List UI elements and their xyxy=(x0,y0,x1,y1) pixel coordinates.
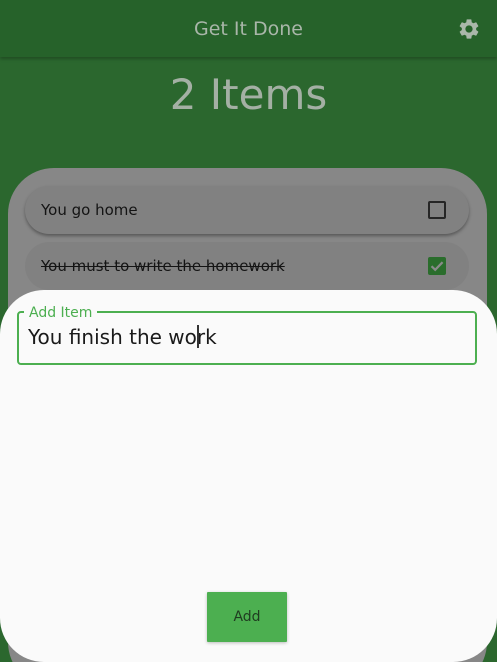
todo-item[interactable]: You go home xyxy=(25,186,469,234)
app-title: Get It Done xyxy=(194,18,303,40)
add-item-label: Add Item xyxy=(24,305,98,321)
text-caret xyxy=(197,325,199,348)
app-bar: Get It Done xyxy=(0,0,497,57)
todo-checkbox[interactable] xyxy=(428,201,446,219)
gear-icon[interactable] xyxy=(457,17,481,41)
todo-text: You must to write the homework xyxy=(41,257,285,275)
todo-item[interactable]: You must to write the homework xyxy=(25,242,469,290)
item-count: 2 Items xyxy=(169,70,328,119)
add-item-input[interactable] xyxy=(28,325,458,349)
add-button[interactable]: Add xyxy=(207,592,287,642)
todo-text: You go home xyxy=(41,201,138,219)
app-screen: Get It Done 2 Items You go home You must… xyxy=(0,0,497,662)
check-icon xyxy=(430,261,444,272)
todo-checkbox[interactable] xyxy=(428,257,446,275)
